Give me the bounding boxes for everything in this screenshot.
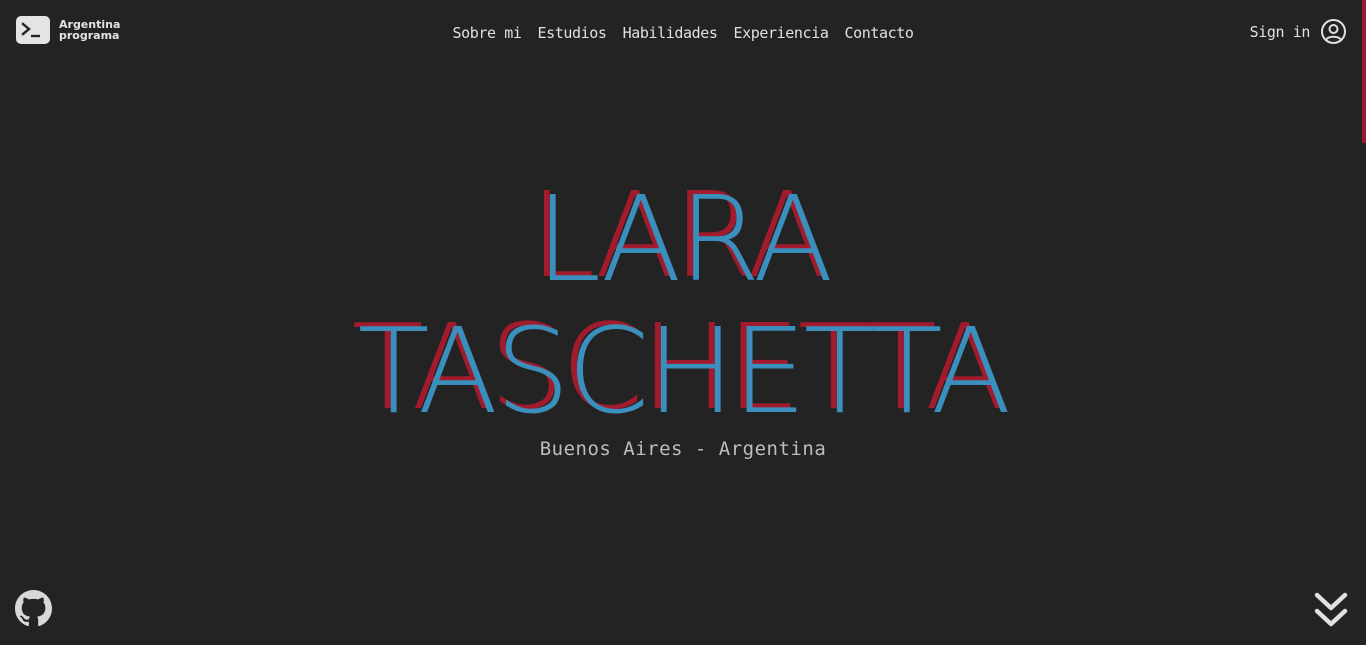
nav-item-contacto[interactable]: Contacto (844, 22, 913, 44)
nav-item-habilidades[interactable]: Habilidades (623, 22, 718, 44)
hero-last-name: TASCHETTA (357, 302, 1012, 440)
sign-in-label: Sign in (1249, 22, 1311, 41)
main-nav: Sobre mi Estudios Habilidades Experienci… (0, 22, 1366, 44)
page: Argentina programa Sobre mi Estudios Hab… (0, 0, 1366, 645)
hero: LARA TASCHETTA Buenos Aires - Argentina (0, 180, 1366, 460)
hero-first-name: LARA (535, 170, 833, 308)
nav-item-estudios[interactable]: Estudios (538, 22, 607, 44)
user-circle-icon (1321, 19, 1346, 44)
chevrons-down-icon (1314, 592, 1348, 627)
hero-location: Buenos Aires - Argentina (539, 438, 827, 460)
sign-in-button[interactable]: Sign in (1250, 18, 1347, 45)
github-icon (15, 590, 52, 627)
nav-item-experiencia[interactable]: Experiencia (734, 22, 829, 44)
nav-item-sobre-mi[interactable]: Sobre mi (452, 22, 521, 44)
